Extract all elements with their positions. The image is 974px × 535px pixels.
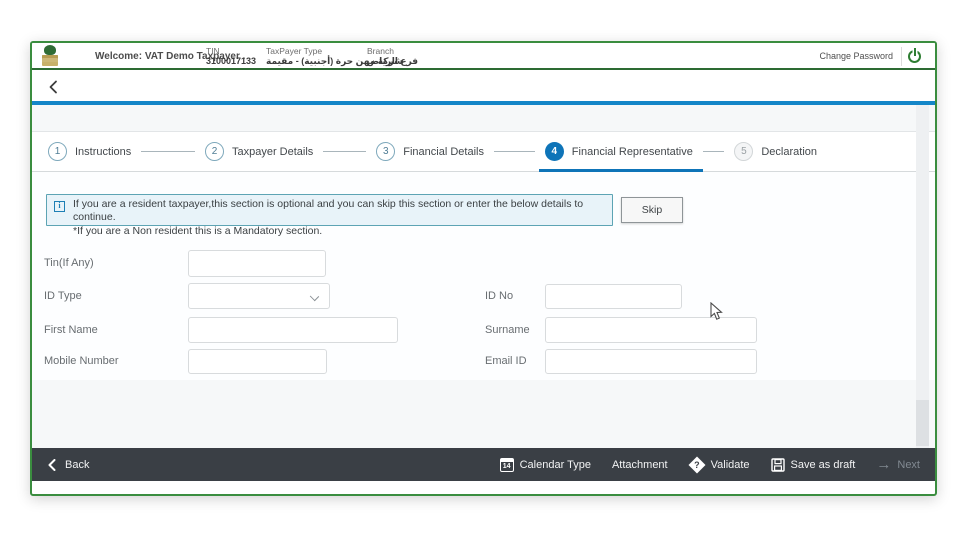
back-label: Back — [65, 458, 90, 471]
next-label: Next — [897, 458, 920, 471]
step-financial-representative[interactable]: 4 Financial Representative — [538, 132, 703, 172]
branch-block: Branch فرع الرياض — [367, 46, 418, 67]
app-window: Welcome: VAT Demo Taxpayer . TIN 3100017… — [30, 41, 937, 496]
branch-label: Branch — [367, 46, 394, 56]
tin-if-any-input[interactable] — [188, 250, 326, 277]
gazt-emblem-logo — [41, 45, 59, 67]
emblem-base — [42, 55, 58, 66]
wizard-stepper: 1 Instructions 2 Taxpayer Details 3 Fina… — [32, 131, 935, 172]
skip-button[interactable]: Skip — [621, 197, 683, 223]
back-chevron-icon — [48, 458, 56, 471]
logout-power-button[interactable] — [901, 47, 927, 66]
step-connector — [323, 151, 367, 152]
change-password-link[interactable]: Change Password — [819, 51, 893, 61]
info-icon: i — [54, 201, 65, 212]
id-no-input[interactable] — [545, 284, 682, 309]
footer-action-bar: Back 14 Calendar Type Attachment ? Valid… — [32, 448, 935, 481]
step-connector — [493, 151, 535, 152]
tin-label: TIN — [206, 46, 220, 56]
back-button[interactable]: Back — [47, 458, 90, 471]
content-area: 1 Instructions 2 Taxpayer Details 3 Fina… — [32, 105, 935, 448]
id-no-label: ID No — [485, 290, 514, 302]
step-financial-details[interactable]: 3 Financial Details — [376, 132, 484, 171]
tin-if-any-label: Tin(If Any) — [44, 257, 94, 269]
step-4-circle: 4 — [544, 142, 564, 161]
step-5-label: Declaration — [761, 145, 817, 158]
footer-right-actions: 14 Calendar Type Attachment ? Validate S… — [499, 455, 920, 473]
save-as-draft-button[interactable]: Save as draft — [770, 457, 856, 472]
step-5-circle: 5 — [734, 142, 754, 161]
vertical-scrollbar-thumb[interactable] — [916, 400, 929, 446]
save-as-draft-label: Save as draft — [790, 458, 856, 471]
validate-button[interactable]: ? Validate — [688, 456, 750, 473]
resident-notice-box: i If you are a resident taxpayer,this se… — [46, 194, 613, 237]
step-2-label: Taxpayer Details — [231, 145, 314, 158]
first-name-input[interactable] — [188, 317, 398, 343]
calendar-icon: 14 — [499, 457, 514, 472]
notice-line-1: If you are a resident taxpayer,this sect… — [73, 198, 584, 224]
power-icon — [908, 48, 921, 63]
save-floppy-icon — [770, 457, 785, 472]
email-id-label: Email ID — [485, 355, 527, 367]
mobile-number-label: Mobile Number — [44, 355, 119, 367]
attachment-label: Attachment — [611, 458, 668, 471]
email-id-input[interactable] — [545, 349, 757, 374]
validate-label: Validate — [710, 458, 750, 471]
calendar-type-label: Calendar Type — [519, 458, 591, 471]
step-connector — [141, 151, 195, 152]
sub-header — [32, 72, 935, 101]
next-arrow-icon: → — [876, 455, 892, 473]
mobile-number-input[interactable] — [188, 349, 327, 374]
step-2-circle: 2 — [204, 142, 224, 161]
step-1-label: Instructions — [75, 145, 132, 158]
palm-icon — [44, 45, 56, 55]
validate-diamond-icon: ? — [688, 456, 706, 473]
step-4-label: Financial Representative — [571, 145, 693, 158]
branch-value: فرع الرياض — [367, 56, 419, 67]
tin-block: TIN 3100017133 — [206, 46, 256, 67]
chevron-down-icon — [309, 291, 320, 302]
id-type-select[interactable] — [188, 283, 330, 309]
step-1-circle: 1 — [48, 142, 67, 161]
step-connector — [702, 151, 725, 152]
attachment-button[interactable]: Attachment — [612, 459, 668, 471]
step-taxpayer-details[interactable]: 2 Taxpayer Details — [204, 132, 314, 171]
id-type-label: ID Type — [44, 290, 82, 302]
first-name-label: First Name — [44, 324, 98, 336]
top-header: Welcome: VAT Demo Taxpayer . TIN 3100017… — [32, 43, 935, 70]
surname-input[interactable] — [545, 317, 757, 343]
step-instructions[interactable]: 1 Instructions — [48, 132, 131, 171]
back-chevron-icon[interactable] — [47, 80, 61, 94]
vertical-scrollbar-track — [916, 105, 929, 448]
step-3-label: Financial Details — [403, 145, 484, 158]
step-declaration[interactable]: 5 Declaration — [734, 132, 817, 171]
calendar-type-button[interactable]: 14 Calendar Type — [499, 457, 591, 472]
step-3-circle: 3 — [376, 142, 396, 161]
tin-value: 3100017133 — [206, 56, 257, 67]
surname-label: Surname — [485, 324, 530, 336]
next-button[interactable]: → Next — [876, 455, 920, 473]
notice-line-2: *If you are a Non resident this is a Man… — [73, 224, 323, 237]
